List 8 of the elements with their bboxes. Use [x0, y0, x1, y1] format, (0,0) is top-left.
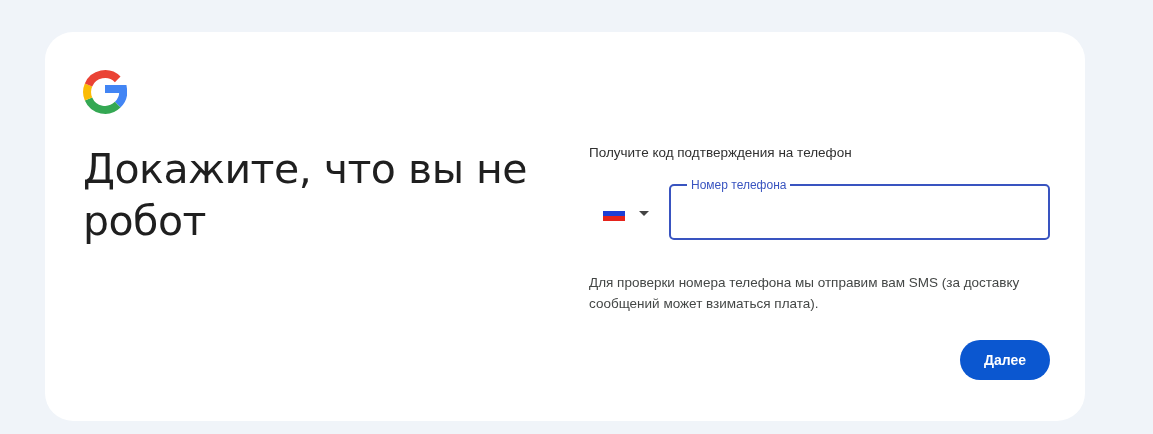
caret-icon: [639, 211, 649, 217]
helper-text: Для проверки номера телефона мы отправим вам SMS (за доставку сообщений может взиматься плата).: [589, 274, 1021, 314]
logo-icon: [83, 70, 127, 114]
next-button[interactable]: Далее: [959, 340, 1050, 381]
phone-field[interactable]: Номер телефона: [669, 179, 1050, 241]
prompt-text: Получите код подтверждения на телефон: [589, 144, 853, 162]
page-heading: Докажите, что вы не робот: [83, 144, 529, 247]
field-label: Номер телефона: [690, 179, 788, 192]
